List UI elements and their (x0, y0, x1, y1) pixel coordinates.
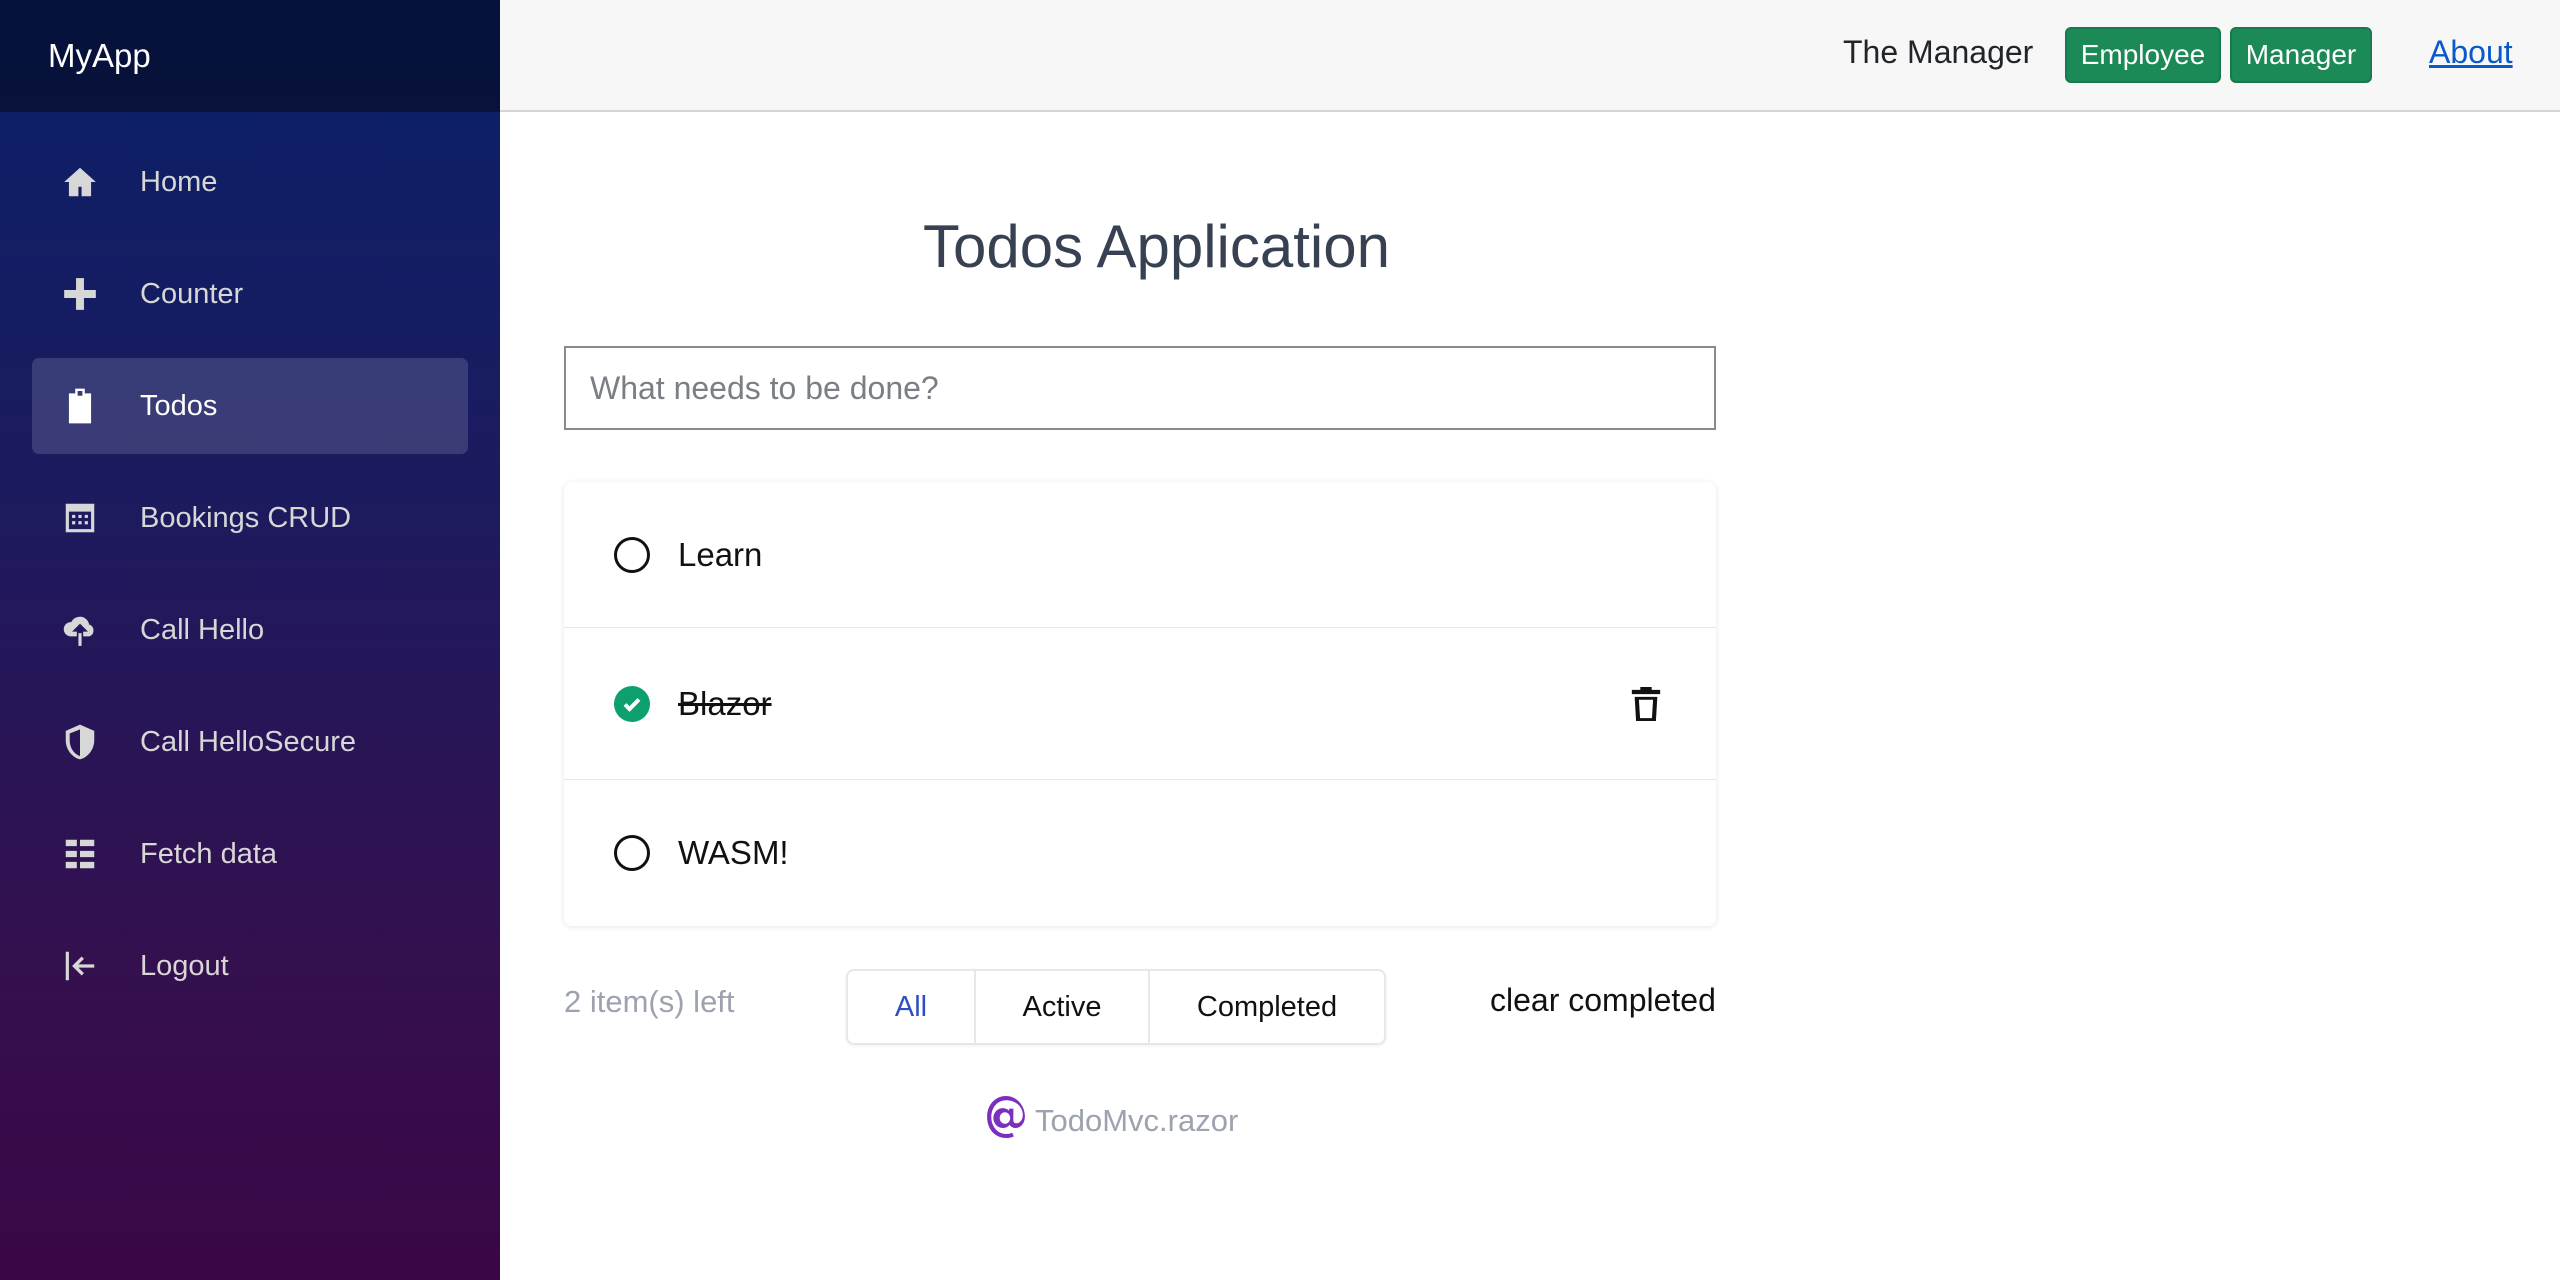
sidebar-item-counter[interactable]: Counter (32, 246, 468, 342)
main-content: Todos Application Learn Blazor WASM! 2 i… (500, 112, 2560, 1280)
todo-text[interactable]: Blazor (678, 685, 772, 723)
filter-completed[interactable]: Completed (1150, 971, 1384, 1043)
todo-item: Blazor (564, 628, 1716, 780)
new-todo-input[interactable] (564, 346, 1716, 430)
todo-toggle[interactable] (614, 685, 650, 722)
sidebar-item-bookings-crud[interactable]: Bookings CRUD (32, 470, 468, 566)
role-badge-manager[interactable]: Manager (2230, 27, 2372, 83)
sidebar-item-label: Home (140, 165, 218, 198)
filter-group: All Active Completed (846, 969, 1386, 1045)
sidebar-item-label: Fetch data (140, 837, 278, 870)
todo-toggle[interactable] (614, 536, 650, 573)
calendar-icon (60, 498, 100, 538)
top-bar: The Manager Employee Manager About (500, 0, 2560, 112)
todo-toggle[interactable] (614, 835, 650, 871)
logout-icon (60, 946, 100, 986)
items-left-count: 2 item(s) left (564, 984, 735, 1019)
sidebar-item-label: Todos (140, 389, 218, 422)
delete-todo-button[interactable] (1626, 684, 1666, 724)
cloud-upload-icon (60, 610, 100, 650)
todo-list: Learn Blazor WASM! (564, 482, 1716, 926)
role-badge-employee[interactable]: Employee (2065, 27, 2221, 83)
home-icon (60, 162, 100, 202)
sidebar-item-logout[interactable]: Logout (32, 918, 468, 1014)
sidebar-item-label: Bookings CRUD (140, 501, 352, 534)
sidebar-item-todos[interactable]: Todos (32, 358, 468, 454)
brand-link[interactable]: MyApp (48, 37, 151, 75)
sidebar-item-call-hello[interactable]: Call Hello (32, 582, 468, 678)
trash-icon (1631, 686, 1661, 721)
todo-item: WASM! (564, 780, 1716, 926)
clear-completed-button[interactable]: clear completed (1490, 982, 1716, 1019)
source-file-link[interactable]: TodoMvc.razor (985, 1096, 1238, 1146)
todo-item: Learn (564, 482, 1716, 628)
list-icon (60, 834, 100, 874)
plus-icon (60, 274, 100, 314)
blazor-icon (985, 1096, 1027, 1146)
about-link[interactable]: About (2429, 34, 2513, 71)
sidebar-item-home[interactable]: Home (32, 134, 468, 230)
sidebar-item-label: Call Hello (140, 613, 265, 646)
source-file-label: TodoMvc.razor (1035, 1103, 1239, 1138)
sidebar: MyApp Home Counter Todos Bookings CRUD C… (0, 0, 500, 1280)
brand-bar: MyApp (0, 0, 500, 112)
shield-icon (60, 722, 100, 762)
clipboard-icon (60, 386, 100, 426)
checkmark-icon (623, 697, 641, 712)
sidebar-item-call-hellosecure[interactable]: Call HelloSecure (32, 694, 468, 790)
sidebar-item-fetch-data[interactable]: Fetch data (32, 806, 468, 902)
todo-text[interactable]: Learn (678, 536, 762, 574)
user-name: The Manager (1843, 34, 2034, 70)
sidebar-nav: Home Counter Todos Bookings CRUD Call He… (0, 112, 500, 1014)
todo-text[interactable]: WASM! (678, 834, 789, 872)
filter-all[interactable]: All (848, 971, 976, 1043)
sidebar-item-label: Logout (140, 949, 229, 982)
sidebar-item-label: Counter (140, 277, 244, 310)
page-title: Todos Application (923, 213, 1390, 280)
filter-active[interactable]: Active (976, 971, 1150, 1043)
sidebar-item-label: Call HelloSecure (140, 725, 356, 758)
